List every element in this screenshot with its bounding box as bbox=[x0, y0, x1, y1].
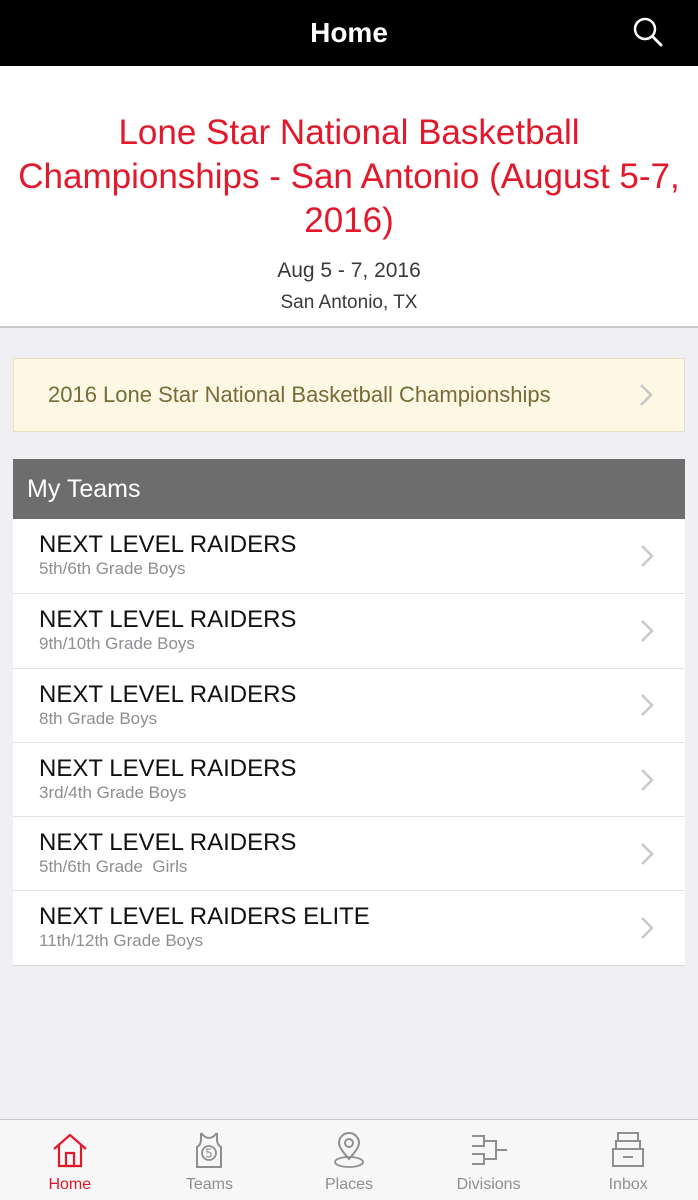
jersey-icon: 5 bbox=[196, 1132, 223, 1168]
team-row[interactable]: NEXT LEVEL RAIDERS 8th Grade Boys bbox=[13, 667, 685, 742]
map-pin-icon bbox=[334, 1132, 364, 1168]
tab-places[interactable]: Places bbox=[279, 1120, 419, 1200]
navigation-bar: Home bbox=[0, 0, 698, 66]
event-banner-link[interactable]: 2016 Lone Star National Basketball Champ… bbox=[13, 358, 685, 432]
team-row[interactable]: NEXT LEVEL RAIDERS 9th/10th Grade Boys bbox=[13, 593, 685, 667]
tab-inbox[interactable]: Inbox bbox=[558, 1120, 698, 1200]
team-division: 11th/12th Grade Boys bbox=[39, 931, 204, 951]
banner-label: 2016 Lone Star National Basketball Champ… bbox=[48, 382, 551, 407]
team-row[interactable]: NEXT LEVEL RAIDERS 5th/6th Grade Girls bbox=[13, 816, 685, 890]
tab-teams[interactable]: 5 Teams bbox=[140, 1120, 280, 1200]
event-title: Lone Star National Basketball Championsh… bbox=[18, 113, 680, 240]
tab-label: Places bbox=[324, 1176, 373, 1193]
team-division: 9th/10th Grade Boys bbox=[39, 634, 195, 654]
team-name: NEXT LEVEL RAIDERS ELITE bbox=[39, 903, 370, 931]
search-button[interactable] bbox=[628, 12, 668, 52]
my-teams-header: My Teams bbox=[13, 459, 685, 519]
tab-label: Teams bbox=[185, 1176, 233, 1193]
team-division: 8th Grade Boys bbox=[39, 708, 158, 728]
team-name: NEXT LEVEL RAIDERS bbox=[39, 531, 297, 558]
team-name: NEXT LEVEL RAIDERS bbox=[39, 680, 297, 708]
tab-divisions[interactable]: Divisions bbox=[419, 1120, 559, 1200]
nav-title: Home bbox=[310, 17, 388, 48]
team-name: NEXT LEVEL RAIDERS bbox=[39, 829, 297, 857]
team-division: 5th/6th Grade Boys bbox=[39, 559, 186, 578]
search-icon bbox=[633, 17, 663, 47]
my-teams-title: My Teams bbox=[27, 474, 141, 503]
event-dates: Aug 5 - 7, 2016 bbox=[277, 259, 421, 282]
tab-home[interactable]: Home bbox=[0, 1120, 140, 1200]
team-row[interactable]: NEXT LEVEL RAIDERS 5th/6th Grade Boys bbox=[13, 519, 685, 593]
chevron-right-icon bbox=[641, 917, 654, 940]
tab-label: Home bbox=[48, 1176, 92, 1193]
team-name: NEXT LEVEL RAIDERS bbox=[39, 606, 297, 634]
tab-label: Divisions bbox=[456, 1176, 521, 1193]
svg-text:5: 5 bbox=[206, 1147, 214, 1161]
team-row[interactable]: NEXT LEVEL RAIDERS ELITE 11th/12th Grade… bbox=[13, 890, 685, 964]
chevron-right-icon bbox=[640, 384, 653, 406]
tab-bar: Home 5 Teams Places Divisions Inbox bbox=[0, 1119, 698, 1200]
tab-label: Inbox bbox=[608, 1176, 648, 1193]
chevron-right-icon bbox=[641, 694, 654, 717]
chevron-right-icon bbox=[641, 768, 654, 791]
team-division: 5th/6th Grade Girls bbox=[39, 857, 188, 877]
event-location: San Antonio, TX bbox=[280, 292, 418, 313]
inbox-icon bbox=[612, 1132, 645, 1167]
chevron-right-icon bbox=[641, 545, 654, 568]
team-list: NEXT LEVEL RAIDERS 5th/6th Grade Boys NE… bbox=[13, 519, 685, 966]
team-name: NEXT LEVEL RAIDERS bbox=[39, 754, 297, 782]
home-icon bbox=[53, 1133, 87, 1168]
team-division: 3rd/4th Grade Boys bbox=[39, 782, 187, 802]
team-row[interactable]: NEXT LEVEL RAIDERS 3rd/4th Grade Boys bbox=[13, 741, 685, 816]
chevron-right-icon bbox=[641, 842, 654, 865]
event-header: Lone Star National Basketball Championsh… bbox=[0, 66, 698, 328]
bracket-icon bbox=[471, 1135, 507, 1165]
chevron-right-icon bbox=[641, 620, 654, 642]
